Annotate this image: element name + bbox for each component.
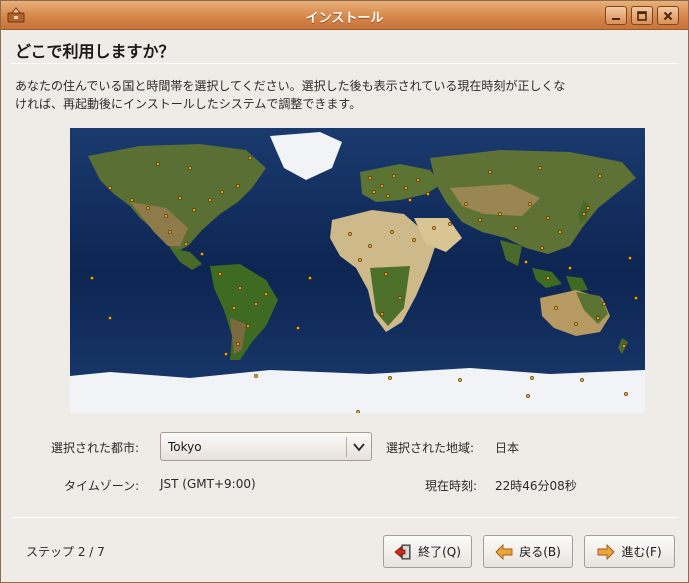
forward-button[interactable]: 進む(F) (584, 535, 675, 568)
description-line-2: ければ、再起動後にインストールしたシステムで調整できます。 (15, 97, 362, 111)
timezone-value: JST (GMT+9:00) (160, 477, 256, 491)
world-map-image[interactable] (70, 128, 645, 413)
back-button[interactable]: 戻る(B) (483, 535, 573, 568)
arrow-right-icon (597, 543, 615, 560)
back-button-label: 戻る(B) (519, 545, 561, 559)
minimize-button[interactable] (605, 6, 627, 25)
window-title: インストール (305, 11, 384, 26)
arrow-left-icon (495, 543, 513, 560)
close-button[interactable] (657, 6, 679, 25)
region-value: 日本 (495, 441, 520, 455)
page-description: あなたの住んでいる国と時間帯を選択してください。選択した後も表示されている現在時… (15, 77, 655, 113)
forward-button-label: 進む(F) (621, 545, 662, 559)
maximize-icon (637, 10, 647, 21)
region-label: 選択された地域: (386, 441, 475, 455)
combobox-divider (346, 437, 347, 457)
page-title: どこで利用しますか？ (15, 42, 175, 61)
quit-button-label: 終了(Q) (418, 545, 461, 559)
quit-button[interactable]: 終了(Q) (383, 535, 472, 568)
header-divider (11, 63, 678, 64)
maximize-button[interactable] (631, 6, 653, 25)
current-time-label: 現在時刻: (425, 479, 478, 493)
minimize-icon (612, 17, 620, 20)
description-line-1: あなたの住んでいる国と時間帯を選択してください。選択した後も表示されている現在時… (15, 79, 566, 93)
city-combobox[interactable]: Tokyo (160, 432, 372, 461)
step-indicator: ステップ 2 / 7 (26, 545, 105, 559)
quit-icon (394, 544, 411, 559)
close-icon (663, 11, 673, 20)
world-map[interactable] (70, 128, 645, 413)
current-time-value: 22時46分08秒 (495, 479, 577, 493)
title-bar[interactable]: インストール (1, 1, 688, 30)
footer-divider (11, 517, 678, 518)
chevron-down-icon[interactable] (352, 440, 366, 454)
city-combobox-value: Tokyo (168, 440, 202, 454)
timezone-label: タイムゾーン: (64, 479, 140, 493)
installer-window: インストール どこで利用しますか？ あなたの住んでいる国と時間帯を選択してくださ… (0, 0, 689, 583)
city-label: 選択された都市: (51, 441, 140, 455)
